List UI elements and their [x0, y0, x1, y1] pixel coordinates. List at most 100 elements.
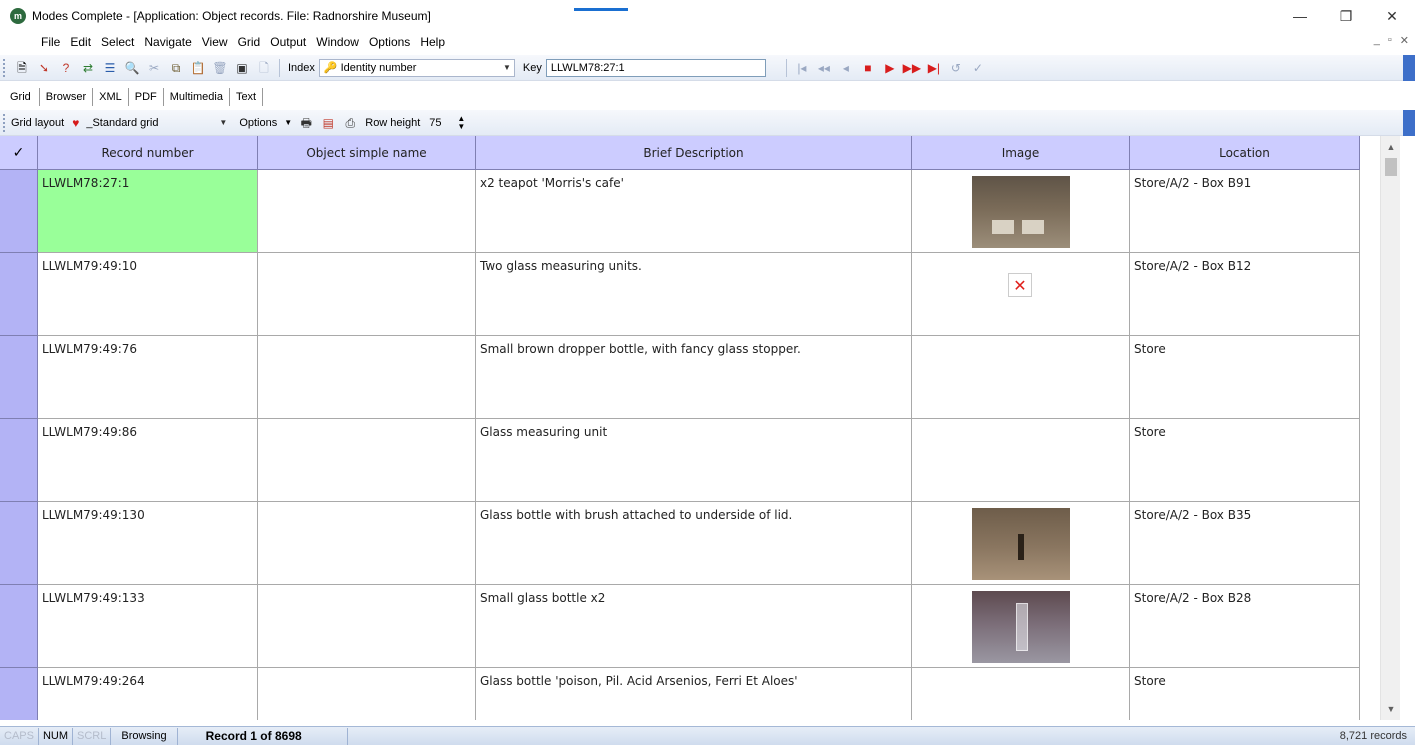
index-select[interactable]: 🔑 Identity number ▼	[318, 58, 515, 77]
cell-location[interactable]: Store/A/2 - Box B91	[1130, 170, 1360, 253]
cut-icon[interactable]: ✂	[146, 60, 162, 76]
teapot-thumbnail[interactable]	[972, 176, 1070, 248]
toolbar-overflow-button[interactable]	[1403, 55, 1415, 81]
menu-select[interactable]: Select	[96, 35, 139, 49]
scrollbar-thumb[interactable]	[1385, 158, 1397, 176]
cell-object-name[interactable]	[258, 585, 476, 668]
last-record-icon[interactable]: ▶|	[926, 60, 942, 76]
column-header-brief-description[interactable]: Brief Description	[476, 136, 912, 170]
row-height-spinner-icon[interactable]: ▲ ▼	[453, 114, 469, 131]
grid-toolbar-overflow-button[interactable]	[1403, 110, 1415, 136]
options-button[interactable]: Options	[239, 117, 277, 129]
cell-image[interactable]	[912, 668, 1130, 720]
cell-image[interactable]	[912, 170, 1130, 253]
cell-record-number[interactable]: LLWLM78:27:1	[38, 170, 258, 253]
cell-object-name[interactable]	[258, 419, 476, 502]
close-button[interactable]: ✕	[1369, 0, 1415, 32]
cell-image[interactable]	[912, 585, 1130, 668]
cell-record-number[interactable]: LLWLM79:49:264	[38, 668, 258, 720]
export-icon[interactable]: ▤	[320, 115, 336, 131]
cell-object-name[interactable]	[258, 668, 476, 720]
cell-location[interactable]: Store/A/2 - Box B28	[1130, 585, 1360, 668]
cell-object-name[interactable]	[258, 502, 476, 585]
row-selector[interactable]	[0, 502, 38, 585]
row-selector[interactable]	[0, 668, 38, 720]
row-selector[interactable]	[0, 253, 38, 336]
row-selector[interactable]	[0, 336, 38, 419]
table-row[interactable]: LLWLM79:49:10 Two glass measuring units.…	[0, 253, 1360, 336]
tab-multimedia[interactable]: Multimedia	[164, 88, 230, 106]
fast-forward-icon[interactable]: ▶▶	[903, 60, 921, 76]
cell-record-number[interactable]: LLWLM79:49:130	[38, 502, 258, 585]
cell-record-number[interactable]: LLWLM79:49:86	[38, 419, 258, 502]
list-icon[interactable]: ☰	[102, 60, 118, 76]
cell-record-number[interactable]: LLWLM79:49:76	[38, 336, 258, 419]
delete-icon[interactable]: 🗑	[212, 60, 228, 76]
row-selector[interactable]	[0, 170, 38, 253]
vertical-scrollbar[interactable]: ▲ ▼	[1380, 136, 1400, 720]
form-icon[interactable]: ▣	[234, 60, 250, 76]
find-icon[interactable]: ➘	[36, 60, 52, 76]
key-input[interactable]: LLWLM78:27:1	[545, 58, 766, 77]
table-row[interactable]: LLWLM79:49:133 Small glass bottle x2 Sto…	[0, 585, 1360, 668]
cell-brief-description[interactable]: Small glass bottle x2	[476, 585, 912, 668]
table-row[interactable]: LLWLM79:49:130 Glass bottle with brush a…	[0, 502, 1360, 585]
cell-object-name[interactable]	[258, 170, 476, 253]
glass-bottle-thumbnail[interactable]	[972, 591, 1070, 663]
new-record-icon[interactable]: 🗎	[14, 60, 30, 76]
row-height-input[interactable]: 75	[424, 114, 450, 132]
cell-location[interactable]: Store/A/2 - Box B12	[1130, 253, 1360, 336]
cell-brief-description[interactable]: x2 teapot 'Morris's cafe'	[476, 170, 912, 253]
menu-edit[interactable]: Edit	[65, 35, 96, 49]
cell-brief-description[interactable]: Small brown dropper bottle, with fancy g…	[476, 336, 912, 419]
cell-brief-description[interactable]: Glass measuring unit	[476, 419, 912, 502]
tab-grid[interactable]: Grid	[2, 88, 39, 106]
confirm-icon[interactable]: ✓	[970, 60, 986, 76]
cell-location[interactable]: Store/A/2 - Box B35	[1130, 502, 1360, 585]
print-preview-icon[interactable]: ⎙	[342, 115, 358, 131]
table-row[interactable]: LLWLM79:49:76 Small brown dropper bottle…	[0, 336, 1360, 419]
cell-location[interactable]: Store	[1130, 419, 1360, 502]
cell-record-number[interactable]: LLWLM79:49:10	[38, 253, 258, 336]
tab-browser[interactable]: Browser	[38, 88, 94, 106]
paste-icon[interactable]: 📋	[190, 60, 206, 76]
options-dropdown-icon[interactable]: ▼	[284, 115, 292, 131]
table-row[interactable]: LLWLM78:27:1 x2 teapot 'Morris's cafe' S…	[0, 170, 1360, 253]
column-header-object-name[interactable]: Object simple name	[258, 136, 476, 170]
page-icon[interactable]: 🗋	[256, 60, 272, 76]
menu-grid[interactable]: Grid	[233, 35, 266, 49]
cell-object-name[interactable]	[258, 253, 476, 336]
query-icon[interactable]: ?	[58, 60, 74, 76]
cell-brief-description[interactable]: Two glass measuring units.	[476, 253, 912, 336]
cell-image[interactable]: ✕	[912, 253, 1130, 336]
table-row[interactable]: LLWLM79:49:86 Glass measuring unit Store	[0, 419, 1360, 502]
menu-output[interactable]: Output	[265, 35, 311, 49]
scroll-down-icon[interactable]: ▼	[1381, 700, 1401, 718]
mdi-restore-button[interactable]: ▫	[1388, 34, 1392, 47]
column-header-record-number[interactable]: Record number	[38, 136, 258, 170]
grid-layout-select[interactable]: _Standard grid ▼	[81, 114, 231, 132]
sort-icon[interactable]: ⇄	[80, 60, 96, 76]
cell-brief-description[interactable]: Glass bottle with brush attached to unde…	[476, 502, 912, 585]
tab-text[interactable]: Text	[230, 88, 264, 106]
menu-view[interactable]: View	[197, 35, 233, 49]
tab-pdf[interactable]: PDF	[129, 88, 164, 106]
mdi-close-button[interactable]: ✕	[1400, 34, 1409, 47]
cell-object-name[interactable]	[258, 336, 476, 419]
cell-image[interactable]	[912, 419, 1130, 502]
column-header-location[interactable]: Location	[1130, 136, 1360, 170]
cell-brief-description[interactable]: Glass bottle 'poison, Pil. Acid Arsenios…	[476, 668, 912, 720]
select-all-header[interactable]: ✓	[0, 136, 38, 170]
cell-image[interactable]	[912, 336, 1130, 419]
bottle-thumbnail[interactable]	[972, 508, 1070, 580]
cell-image[interactable]	[912, 502, 1130, 585]
zoom-icon[interactable]: 🔍	[124, 60, 140, 76]
toolbar-grip[interactable]	[3, 113, 11, 132]
cell-location[interactable]: Store	[1130, 668, 1360, 720]
column-header-image[interactable]: Image	[912, 136, 1130, 170]
mdi-minimize-button[interactable]: _	[1374, 34, 1380, 47]
tab-xml[interactable]: XML	[93, 88, 129, 106]
menu-help[interactable]: Help	[415, 35, 450, 49]
menu-navigate[interactable]: Navigate	[139, 35, 196, 49]
restore-button[interactable]: ❐	[1323, 0, 1369, 32]
